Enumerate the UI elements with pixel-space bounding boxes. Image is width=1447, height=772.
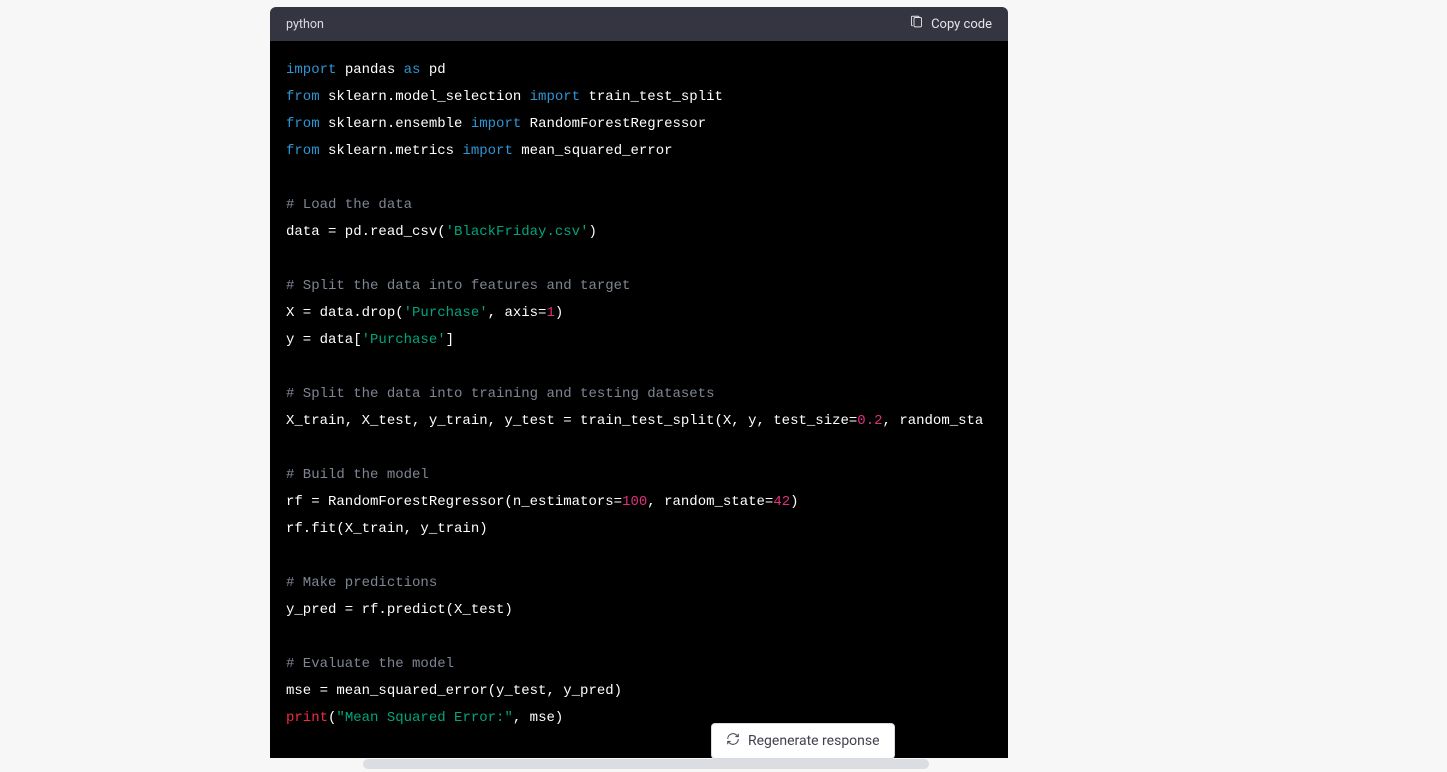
clipboard-icon [909,15,924,34]
code-token: pandas [345,62,395,78]
language-label: python [286,17,324,32]
code-token: sklearn.metrics [328,143,454,159]
code-token: 'BlackFriday.csv' [446,224,589,240]
code-token: # Split the data into features and targe… [286,278,630,294]
code-token: pd [429,62,446,78]
code-token: rf.fit(X_train, y_train) [286,521,488,537]
code-token: from [286,89,320,105]
code-token: print [286,710,328,726]
code-token: 100 [622,494,647,510]
code-content[interactable]: import pandas as pd from sklearn.model_s… [270,41,1008,758]
code-token: # Build the model [286,467,429,483]
code-token: # Split the data into training and testi… [286,386,714,402]
code-token: train_test_split [588,89,722,105]
code-token: data = pd.read_csv( [286,224,446,240]
code-token: from [286,143,320,159]
regenerate-response-button[interactable]: Regenerate response [711,723,895,759]
code-token: ) [588,224,596,240]
code-token: # Load the data [286,197,412,213]
code-token: , axis= [488,305,547,321]
code-header: python Copy code [270,7,1008,41]
code-token: # Make predictions [286,575,437,591]
code-token: 1 [546,305,554,321]
code-token: , mse) [513,710,563,726]
code-token: 42 [773,494,790,510]
refresh-icon [726,732,740,750]
horizontal-scrollbar[interactable] [363,759,929,769]
code-token: , random_sta [883,413,984,429]
code-token: 'Purchase' [404,305,488,321]
code-token: as [404,62,421,78]
code-token: import [286,62,336,78]
code-token: , random_state= [647,494,773,510]
code-token: # Evaluate the model [286,656,454,672]
code-block: python Copy code import pandas as pd fro… [270,7,1008,758]
code-token: 0.2 [857,413,882,429]
copy-code-button[interactable]: Copy code [909,15,992,34]
code-token: "Mean Squared Error:" [336,710,512,726]
code-token: mean_squared_error [521,143,672,159]
code-token: y = data[ [286,332,362,348]
code-token: import [471,116,521,132]
code-token: ) [555,305,563,321]
code-token: from [286,116,320,132]
code-token: import [462,143,512,159]
code-token: 'Purchase' [362,332,446,348]
code-token: mse = mean_squared_error(y_test, y_pred) [286,683,622,699]
code-token: sklearn.model_selection [328,89,521,105]
code-token: import [530,89,580,105]
copy-code-label: Copy code [931,17,992,32]
code-token: y_pred = rf.predict(X_test) [286,602,513,618]
code-token: X = data.drop( [286,305,404,321]
code-token: sklearn.ensemble [328,116,462,132]
code-token: RandomForestRegressor [530,116,706,132]
code-token: rf = RandomForestRegressor(n_estimators= [286,494,622,510]
code-token: X_train, X_test, y_train, y_test = train… [286,413,857,429]
code-token: ] [446,332,454,348]
code-token: ) [790,494,798,510]
regenerate-label: Regenerate response [748,733,880,749]
